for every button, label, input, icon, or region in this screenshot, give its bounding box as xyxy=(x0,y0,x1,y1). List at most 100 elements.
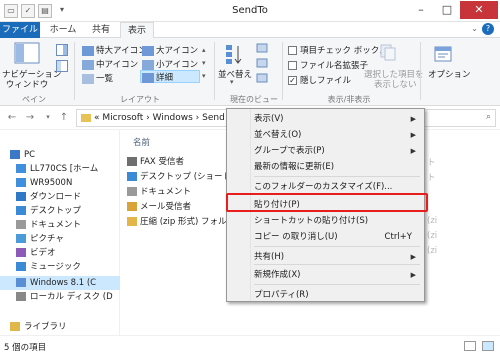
ribbon-separator xyxy=(282,42,283,100)
large-icons-view-icon[interactable] xyxy=(482,341,494,351)
checkbox xyxy=(288,61,297,70)
navigation-pane-icon[interactable] xyxy=(14,42,40,66)
sidebar-item-icon xyxy=(16,220,26,229)
context-menu-item[interactable]: 共有(H) ▶ xyxy=(227,249,424,265)
sidebar-item-label: ビデオ xyxy=(30,248,56,258)
item-count: 5 個の項目 xyxy=(4,343,47,353)
context-menu-item[interactable]: プロパティ(R) xyxy=(227,287,424,303)
current-view-group-label: 現在のビュー xyxy=(230,95,278,104)
context-menu-item[interactable]: 並べ替え(O) ▶ xyxy=(227,127,424,143)
tab-share[interactable]: 共有 xyxy=(86,22,116,38)
sidebar-item[interactable]: Windows 8.1 (C xyxy=(0,276,120,290)
context-menu-item[interactable]: グループで表示(P) ▶ xyxy=(227,143,424,159)
status-bar: 5 個の項目 xyxy=(0,335,500,356)
layout-medium-icons[interactable]: 中アイコン xyxy=(82,58,138,70)
help-icon[interactable]: ? xyxy=(482,23,494,35)
small-icons-icon xyxy=(142,59,154,70)
menu-item-label: グループで表示(P) xyxy=(254,146,325,156)
maximize-button[interactable]: □ xyxy=(434,1,460,19)
file-extensions-toggle[interactable]: ファイル名拡張子 xyxy=(288,59,368,71)
sidebar-item-icon xyxy=(16,234,26,243)
recent-locations-icon[interactable]: ▾ xyxy=(40,110,56,126)
sidebar-item-label: LL770CS [ホーム xyxy=(30,164,99,174)
sidebar-item-label: ピクチャ xyxy=(30,234,64,244)
ribbon-collapse-icon[interactable]: ⌄ xyxy=(471,24,478,33)
layout-scroll-arrows[interactable]: ▴ ▾ ▾ xyxy=(202,44,206,83)
column-header-name[interactable]: 名前 xyxy=(133,136,150,148)
list-item-type-text: (zi xyxy=(427,231,438,241)
sidebar-item[interactable]: ローカル ディスク (D xyxy=(0,290,120,304)
list-item-type-text: (zi xyxy=(427,216,438,226)
list-item[interactable]: メール受信者 xyxy=(127,201,191,214)
tab-file[interactable]: ファイル xyxy=(0,22,40,38)
sort-by-icon[interactable] xyxy=(224,43,244,65)
hide-selected-icon[interactable] xyxy=(378,42,398,62)
sidebar-item[interactable]: デスクトップ xyxy=(0,204,120,218)
context-menu-item[interactable]: 新規作成(X) ▶ xyxy=(227,267,424,283)
menu-separator xyxy=(254,176,420,177)
sidebar-item-label: デスクトップ xyxy=(30,206,82,216)
tab-view[interactable]: 表示 xyxy=(120,22,154,39)
layout-extra-large-icons[interactable]: 特大アイコン xyxy=(82,44,147,56)
sidebar-item[interactable]: ピクチャ xyxy=(0,232,120,246)
list-item[interactable]: FAX 受信者 xyxy=(127,156,184,169)
large-icons-icon xyxy=(142,45,154,56)
submenu-arrow-icon: ▶ xyxy=(410,253,416,261)
sidebar-item-label: ミュージック xyxy=(30,262,81,272)
sidebar-item[interactable]: ミュージック xyxy=(0,260,120,274)
file-icon xyxy=(127,157,137,166)
context-menu-item[interactable]: ショートカットの貼り付け(S) xyxy=(227,213,424,229)
highlight-box xyxy=(226,193,428,212)
item-checkboxes-toggle[interactable]: 項目チェック ボックス xyxy=(288,44,387,56)
up-icon[interactable]: ↑ xyxy=(56,110,72,126)
sidebar-item-icon xyxy=(10,322,20,331)
options-button[interactable]: オプション xyxy=(428,68,471,80)
minimize-button[interactable]: – xyxy=(408,1,434,19)
options-icon[interactable] xyxy=(432,42,454,64)
sidebar-item-icon xyxy=(16,248,26,257)
address-bar[interactable]: « Microsoft › Windows › Send xyxy=(76,109,236,127)
submenu-arrow-icon: ▶ xyxy=(410,147,416,155)
group-by-icons[interactable] xyxy=(256,42,268,88)
sidebar-item[interactable]: LL770CS [ホーム xyxy=(0,162,120,176)
menu-separator xyxy=(254,264,420,265)
list-item-label: FAX 受信者 xyxy=(140,157,184,167)
layout-small-icons[interactable]: 小アイコン xyxy=(142,58,198,70)
context-menu-item[interactable]: コピー の取り消し(U) Ctrl+Y xyxy=(227,229,424,245)
sidebar-item[interactable]: PC xyxy=(0,148,120,162)
sidebar-item-icon xyxy=(10,150,20,159)
sidebar-item-label: ドキュメント xyxy=(30,220,82,230)
file-icon xyxy=(127,172,137,181)
context-menu-item[interactable]: 表示(V) ▶ xyxy=(227,111,424,127)
menu-item-label: 最新の情報に更新(E) xyxy=(254,162,335,172)
hidden-files-toggle[interactable]: ✓ 隠しファイル xyxy=(288,74,351,86)
list-item[interactable]: ドキュメント xyxy=(127,186,191,199)
layout-list[interactable]: 一覧 xyxy=(82,72,113,84)
sidebar-item[interactable]: ダウンロード xyxy=(0,190,120,204)
menu-item-label: ショートカットの貼り付け(S) xyxy=(254,216,369,226)
layout-details[interactable]: 詳細 xyxy=(140,70,200,83)
tab-home[interactable]: ホーム xyxy=(44,22,82,38)
sidebar-item[interactable]: ライブラリ xyxy=(0,320,120,334)
preview-pane-icon[interactable] xyxy=(56,44,68,56)
breadcrumb: « Microsoft › Windows › Send xyxy=(94,113,225,123)
forward-icon[interactable]: → xyxy=(22,110,38,126)
sidebar-item-icon xyxy=(16,292,26,301)
layout-large-icons[interactable]: 大アイコン xyxy=(142,44,198,56)
sidebar-item-label: WR9500N xyxy=(30,178,73,188)
sort-by-button[interactable]: 並べ替え xyxy=(218,68,252,80)
search-input[interactable]: ⌕ xyxy=(424,109,496,127)
medium-icons-icon xyxy=(82,59,94,70)
sidebar-item-icon xyxy=(16,206,26,215)
list-icon xyxy=(82,73,94,84)
context-menu-item[interactable]: 最新の情報に更新(E) xyxy=(227,159,424,175)
sidebar-item[interactable]: WR9500N xyxy=(0,176,120,190)
layout-group-label: レイアウト xyxy=(120,95,160,104)
sidebar-item[interactable]: ドキュメント xyxy=(0,218,120,232)
menu-separator xyxy=(254,246,420,247)
sidebar-item[interactable]: ビデオ xyxy=(0,246,120,260)
details-view-icon[interactable] xyxy=(464,341,476,351)
details-pane-icon[interactable] xyxy=(56,60,68,72)
back-icon[interactable]: ← xyxy=(4,110,20,126)
close-button[interactable]: ✕ xyxy=(460,1,498,19)
